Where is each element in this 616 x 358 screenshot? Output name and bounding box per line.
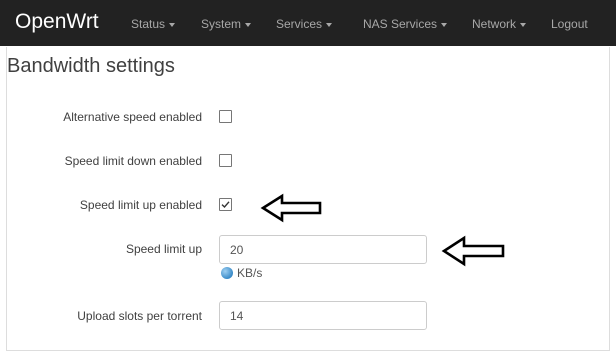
alt-speed-label: Alternative speed enabled xyxy=(63,110,202,124)
speed-limit-up-enabled-label: Speed limit up enabled xyxy=(79,198,202,212)
nav-item-label: Logout xyxy=(551,17,588,31)
upload-slots-label: Upload slots per torrent xyxy=(77,309,202,323)
brand-logo[interactable]: OpenWrt xyxy=(15,9,99,35)
checkmark-icon xyxy=(221,201,230,209)
nav-item-system[interactable]: System xyxy=(201,16,252,32)
speed-limit-up-enabled-checkbox[interactable] xyxy=(219,198,232,211)
left-arrow-icon xyxy=(260,193,322,223)
nav-item-nas-services[interactable]: NAS Services xyxy=(363,16,448,32)
caret-down-icon xyxy=(441,22,448,27)
nav-item-label: System xyxy=(201,17,242,31)
help-circle-icon[interactable] xyxy=(221,267,233,279)
caret-down-icon xyxy=(326,22,333,27)
nav-item-label: Status xyxy=(131,17,166,31)
nav-item-label: NAS Services xyxy=(363,17,438,31)
nav-item-logout[interactable]: Logout xyxy=(551,16,588,32)
caret-down-icon xyxy=(169,22,176,27)
caret-down-icon xyxy=(245,22,252,27)
nav-item-network[interactable]: Network xyxy=(472,16,527,32)
speed-limit-up-label: Speed limit up xyxy=(125,242,202,256)
caret-down-icon xyxy=(520,22,527,27)
nav-item-services[interactable]: Services xyxy=(276,16,333,32)
unit-text: KB/s xyxy=(237,266,263,280)
left-arrow-icon xyxy=(441,235,505,267)
speed-limit-up-input[interactable] xyxy=(219,235,427,264)
nav-item-label: Network xyxy=(472,17,517,31)
section-title: Bandwidth settings xyxy=(7,55,175,77)
upload-slots-input[interactable] xyxy=(219,301,427,330)
navbar: OpenWrt Status System Services NAS Servi… xyxy=(0,0,616,46)
nav-item-status[interactable]: Status xyxy=(131,16,176,32)
speed-limit-down-checkbox[interactable] xyxy=(219,154,232,167)
speed-limit-down-label: Speed limit down enabled xyxy=(64,154,202,168)
nav-item-label: Services xyxy=(276,17,323,31)
alt-speed-checkbox[interactable] xyxy=(219,110,232,123)
